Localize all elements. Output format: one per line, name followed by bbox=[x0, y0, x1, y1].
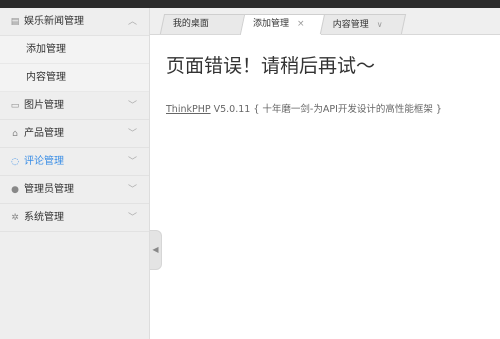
chevron-down-icon: ﹀ bbox=[127, 185, 137, 195]
image-icon: ▭ bbox=[10, 101, 20, 111]
tab-label: 内容管理 bbox=[332, 20, 369, 30]
sidebar-item-label: 产品管理 bbox=[24, 128, 64, 139]
page-title: 页面错误！请稍后再试～ bbox=[166, 55, 376, 77]
tab-bar: 我的桌面 添加管理 × 内容管理 ∨ bbox=[150, 8, 500, 35]
gear-icon: ✲ bbox=[11, 213, 19, 223]
sidebar-subitem-add[interactable]: 添加管理 bbox=[0, 36, 149, 64]
close-icon[interactable]: × bbox=[297, 19, 305, 29]
chevron-down-icon: ﹀ bbox=[127, 129, 137, 139]
sidebar-item-admins[interactable]: ● 管理员管理 ﹀ bbox=[0, 176, 149, 204]
chevron-down-icon: ﹀ bbox=[127, 101, 137, 111]
framework-footer: ThinkPHP V5.0.11 { 十年磨一剑-为API开发设计的高性能框架 … bbox=[166, 101, 442, 115]
tab-content-management[interactable]: 内容管理 ∨ bbox=[319, 14, 407, 34]
document-icon: ▤ bbox=[10, 17, 20, 27]
caret-left-icon: ◀ bbox=[152, 245, 159, 254]
sidebar-item-label: 评论管理 bbox=[24, 156, 64, 167]
sidebar-item-label: 系统管理 bbox=[24, 212, 64, 223]
sidebar-item-label: 图片管理 bbox=[24, 100, 64, 111]
sidebar-item-comments[interactable]: ◌ 评论管理 ﹀ bbox=[0, 148, 149, 176]
tab-my-desktop[interactable]: 我的桌面 bbox=[159, 14, 247, 34]
tab-label: 我的桌面 bbox=[172, 19, 209, 29]
sidebar-item-entertainment-news[interactable]: ▤ 娱乐新闻管理 ︿ bbox=[0, 8, 149, 36]
framework-version-text: V5.0.11 { 十年磨一剑-为API开发设计的高性能框架 } bbox=[210, 104, 442, 115]
user-icon: ● bbox=[11, 185, 19, 195]
bag-icon: ⌂ bbox=[12, 129, 18, 139]
main-content: 页面错误！请稍后再试～ ThinkPHP V5.0.11 { 十年磨一剑-为AP… bbox=[160, 35, 500, 339]
sidebar-item-system[interactable]: ✲ 系统管理 ﹀ bbox=[0, 204, 149, 232]
chevron-down-icon[interactable]: ∨ bbox=[377, 20, 383, 29]
tab-label: 添加管理 bbox=[253, 19, 290, 29]
thinkphp-link[interactable]: ThinkPHP bbox=[166, 104, 211, 115]
chevron-up-icon: ︿ bbox=[127, 17, 137, 27]
comment-icon: ◌ bbox=[11, 157, 19, 167]
sidebar-item-products[interactable]: ⌂ 产品管理 ﹀ bbox=[0, 120, 149, 148]
sidebar-subitem-content[interactable]: 内容管理 bbox=[0, 64, 149, 92]
chevron-down-icon: ﹀ bbox=[127, 157, 137, 167]
tab-add-management[interactable]: 添加管理 × bbox=[239, 14, 327, 35]
top-bar bbox=[0, 0, 500, 8]
sidebar: ▤ 娱乐新闻管理 ︿ 添加管理 内容管理 ▭ 图片管理 ﹀ ⌂ 产品管理 ﹀ ◌ 评论管… bbox=[0, 8, 150, 339]
sidebar-item-label: 娱乐新闻管理 bbox=[24, 16, 84, 27]
sidebar-item-images[interactable]: ▭ 图片管理 ﹀ bbox=[0, 92, 149, 120]
chevron-down-icon: ﹀ bbox=[127, 213, 137, 223]
sidebar-item-label: 管理员管理 bbox=[24, 184, 74, 195]
